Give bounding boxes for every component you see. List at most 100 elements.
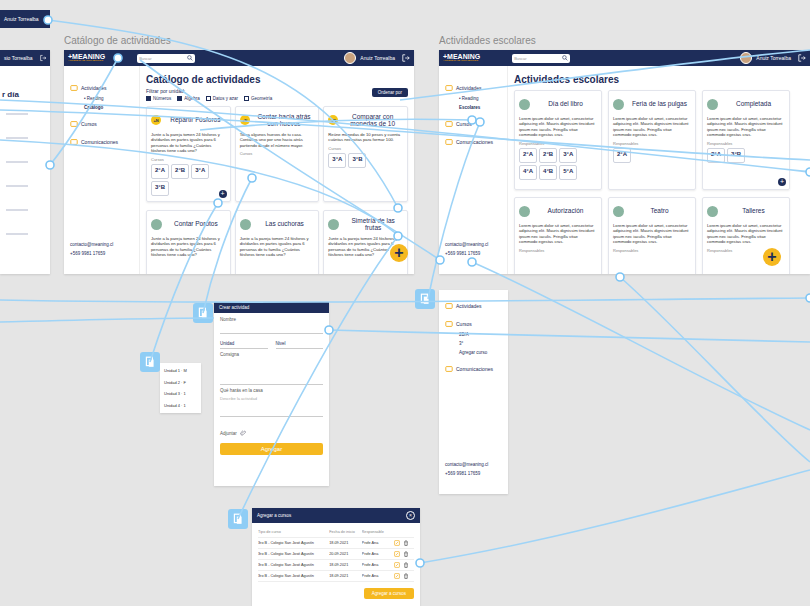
add-fab[interactable]: + bbox=[390, 244, 408, 262]
add-button[interactable]: + bbox=[778, 178, 786, 186]
level-select[interactable]: Nivel bbox=[276, 337, 324, 349]
activity-card[interactable]: Simetría de las frutasJunte a la pareja … bbox=[323, 210, 408, 274]
add-fab[interactable]: + bbox=[763, 248, 781, 266]
course-chip[interactable]: 3°A bbox=[328, 153, 346, 168]
course-chip[interactable]: 3°A bbox=[191, 164, 209, 179]
wire[interactable] bbox=[620, 277, 810, 462]
edit-icon[interactable] bbox=[394, 551, 400, 557]
wire-node[interactable] bbox=[806, 168, 810, 176]
edit-icon[interactable] bbox=[394, 573, 400, 579]
trash-icon[interactable] bbox=[403, 562, 409, 568]
sidebar-item[interactable]: Comunicaciones bbox=[445, 365, 508, 373]
wire-node[interactable] bbox=[416, 559, 424, 567]
contact-line[interactable]: contacto@meaning.cl bbox=[70, 242, 139, 247]
activity-card[interactable]: +NContar hacia atrás con huevosToma algu… bbox=[235, 106, 320, 202]
sidebar-item[interactable]: Escolares bbox=[445, 105, 507, 110]
sidebar-item[interactable]: Actividades bbox=[445, 302, 508, 310]
course-chip[interactable]: 3°B bbox=[151, 181, 169, 196]
prototype-start-icon[interactable] bbox=[140, 352, 160, 372]
sidebar-item[interactable]: Catálogo bbox=[70, 105, 139, 110]
contact-line[interactable]: +569 9981 17659 bbox=[445, 251, 507, 256]
course-chip[interactable]: 2°A bbox=[707, 148, 725, 163]
filter-checkbox[interactable]: Geometría bbox=[244, 96, 272, 101]
school-activity-card[interactable]: AutorizaciónLorem ipsum dolor sit amet, … bbox=[514, 197, 602, 274]
contact-line[interactable]: contacto@meaning.cl bbox=[445, 242, 507, 247]
table-row[interactable]: 3ro B - Colegio San José Agustín20.09.20… bbox=[258, 549, 414, 560]
contact-line[interactable]: +569 9981 17659 bbox=[70, 251, 139, 256]
course-chip[interactable]: 4°A bbox=[519, 165, 537, 180]
wire-node[interactable] bbox=[325, 326, 333, 334]
activity-card[interactable]: Las cuchorasJunte a la pareja tomen 24 f… bbox=[235, 210, 320, 274]
dropdown-item[interactable]: Unidad 1 · M bbox=[164, 368, 197, 373]
wire-node[interactable] bbox=[394, 204, 402, 212]
logout-icon[interactable] bbox=[402, 54, 410, 62]
name-input[interactable] bbox=[220, 325, 323, 334]
wire[interactable] bbox=[329, 330, 810, 342]
wire[interactable] bbox=[203, 178, 252, 313]
activities-frame[interactable]: +MEANINGAPRENDIZAJE CON SENTIDOBuscarAnu… bbox=[439, 50, 810, 274]
wire[interactable] bbox=[0, 100, 810, 172]
sidebar-item[interactable]: Cursos bbox=[445, 120, 507, 128]
trash-icon[interactable] bbox=[403, 540, 409, 546]
dropdown-item[interactable]: Unidad 3 · 1 bbox=[164, 391, 197, 396]
wire[interactable] bbox=[0, 318, 214, 322]
add-to-courses-modal[interactable]: Agregar a cursos×Tipo de cursoFecha de i… bbox=[252, 508, 420, 606]
sidebar-item[interactable]: 2B/A bbox=[445, 332, 508, 337]
sidebar-item[interactable]: • Reading bbox=[445, 96, 507, 101]
contact-line[interactable]: +569 9981 17659 bbox=[445, 471, 508, 476]
sidebar-item[interactable]: 3° bbox=[445, 341, 508, 346]
avatar-icon[interactable] bbox=[740, 52, 752, 64]
activity-card[interactable]: +NComparar con monedas de 10Reúne moneda… bbox=[323, 106, 408, 202]
frame-label[interactable]: Actividades escolares bbox=[439, 35, 536, 46]
submit-button[interactable]: Agregar a cursos bbox=[364, 588, 414, 599]
sidebar-item[interactable]: Cursos bbox=[445, 320, 508, 328]
course-chip[interactable]: 2°B bbox=[539, 148, 557, 163]
course-chip[interactable]: 4°B bbox=[539, 165, 557, 180]
logo[interactable]: +MEANINGAPRENDIZAJE CON SENTIDO bbox=[443, 53, 480, 63]
trash-icon[interactable] bbox=[403, 573, 409, 579]
wire-node[interactable] bbox=[394, 232, 402, 240]
wire-node[interactable] bbox=[214, 199, 222, 207]
wire-node[interactable] bbox=[44, 16, 52, 24]
search-field[interactable]: Buscar bbox=[512, 54, 570, 63]
wire[interactable] bbox=[0, 140, 398, 235]
sidebar-item[interactable]: Comunicaciones bbox=[70, 138, 139, 146]
unit-select[interactable]: Unidad bbox=[220, 337, 268, 349]
edit-icon[interactable] bbox=[394, 540, 400, 546]
course-chip[interactable]: 2°B bbox=[171, 164, 189, 179]
submit-button[interactable]: Agregar bbox=[220, 443, 323, 455]
catalog-frame[interactable]: +MEANINGAPRENDIZAJE CON SENTIDOBuscarAnu… bbox=[64, 50, 414, 274]
activity-card[interactable]: Contar PorotosJunte a la pareja tomen 24… bbox=[146, 210, 231, 274]
wire-node[interactable] bbox=[476, 118, 484, 126]
activity-card[interactable]: +NRepartir FósforosJunte a la pareja tom… bbox=[146, 106, 231, 202]
close-button[interactable]: × bbox=[406, 511, 415, 520]
wire[interactable] bbox=[0, 110, 810, 160]
edit-icon[interactable] bbox=[394, 562, 400, 568]
logout-icon[interactable] bbox=[798, 54, 806, 62]
attach-button[interactable]: Adjuntar bbox=[220, 430, 323, 436]
create-activity-modal[interactable]: Crear actividadNombreUnidadNivelConsigna… bbox=[214, 302, 329, 486]
course-chip[interactable]: 2°A bbox=[151, 164, 169, 179]
frame-fragment[interactable]: Anuiz Torrealba bbox=[0, 10, 50, 28]
sidebar-item[interactable]: Agregar curso bbox=[445, 350, 508, 355]
wire-node[interactable] bbox=[468, 258, 476, 266]
frame-label[interactable]: Catálogo de actividades bbox=[64, 35, 171, 46]
wire-node[interactable] bbox=[806, 294, 810, 302]
school-activity-card[interactable]: TeatroLorem ipsum dolor sit amet, consec… bbox=[608, 197, 696, 274]
wire[interactable] bbox=[420, 470, 810, 563]
wire-node[interactable] bbox=[248, 174, 256, 182]
wire[interactable] bbox=[150, 203, 218, 362]
table-row[interactable]: 3ro B - Colegio San José Agustín18.09.20… bbox=[258, 571, 414, 582]
wire[interactable] bbox=[200, 119, 472, 130]
wire[interactable] bbox=[0, 298, 810, 302]
course-chip[interactable]: 2°A bbox=[519, 148, 537, 163]
sidebar-item[interactable]: • Reading bbox=[70, 96, 139, 101]
wire[interactable] bbox=[400, 50, 810, 100]
wire[interactable] bbox=[48, 20, 398, 208]
course-chip[interactable]: 2°A bbox=[613, 148, 631, 163]
avatar-icon[interactable] bbox=[344, 52, 356, 64]
dropdown-item[interactable]: Unidad 2 · F bbox=[164, 380, 197, 385]
sidebar-item[interactable]: Actividades bbox=[445, 84, 507, 92]
wire-node[interactable] bbox=[436, 256, 444, 264]
logo[interactable]: +MEANINGAPRENDIZAJE CON SENTIDO bbox=[68, 53, 105, 63]
